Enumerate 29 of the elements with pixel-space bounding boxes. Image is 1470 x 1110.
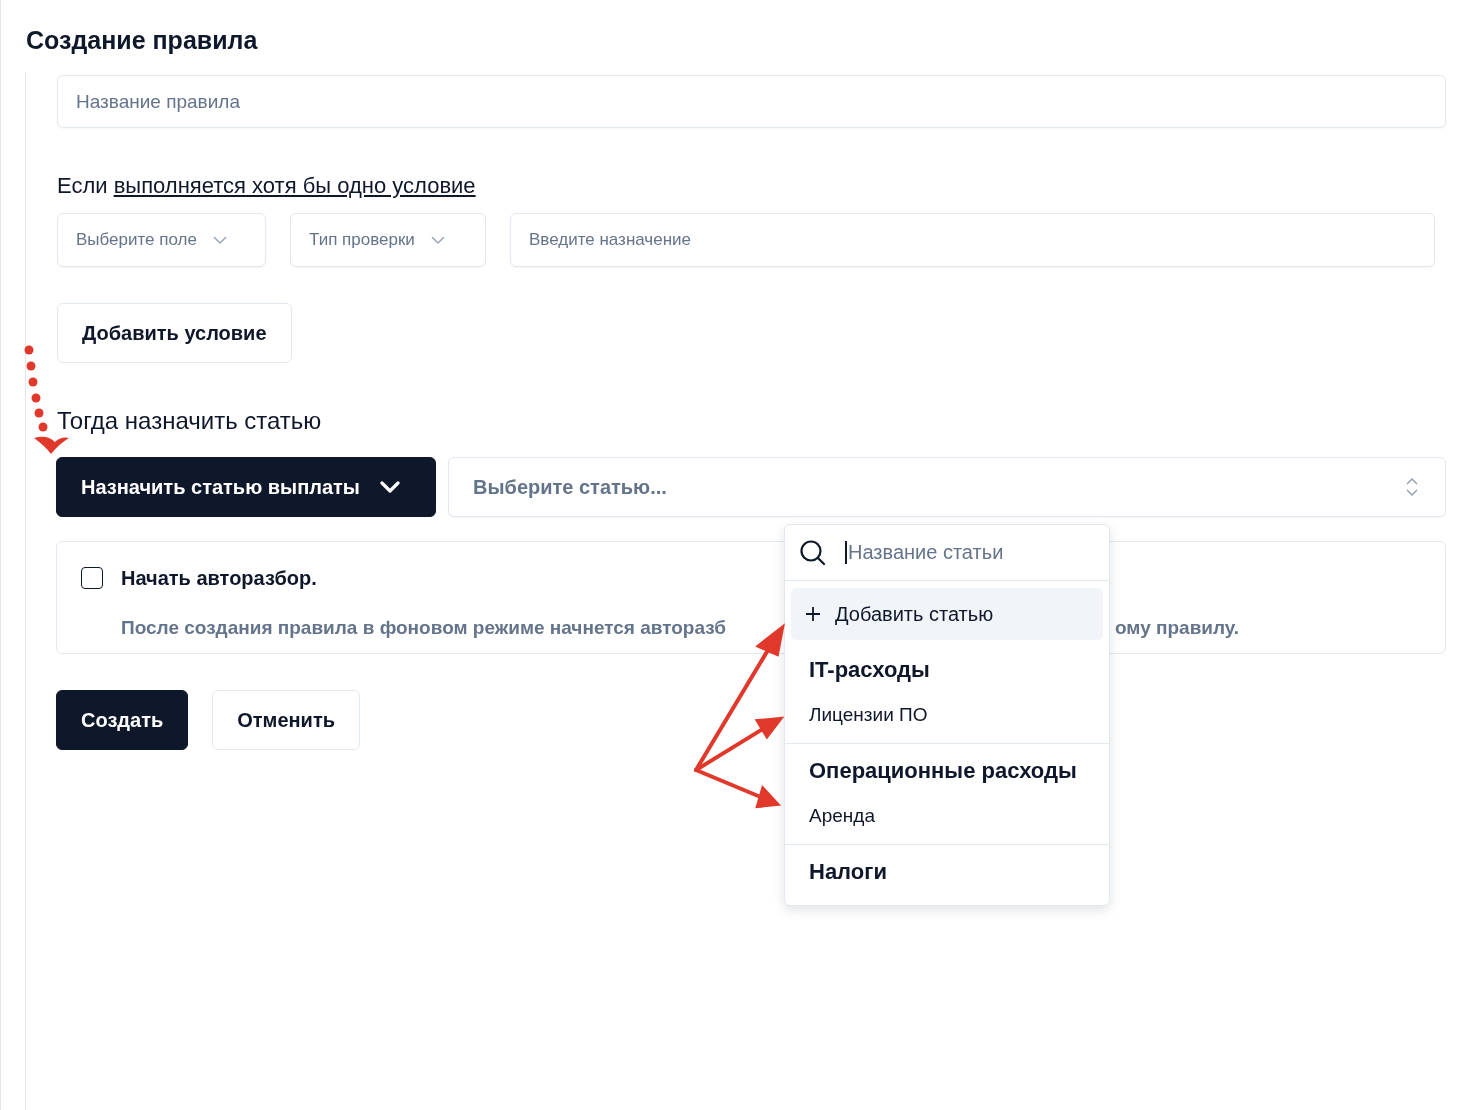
page-title: Создание правила xyxy=(25,25,259,56)
group-heading: Операционные расходы xyxy=(808,757,1078,785)
cancel-button[interactable]: Отменить xyxy=(212,690,360,750)
chevron-down-icon xyxy=(212,235,227,245)
article-option[interactable]: Лицензии ПО xyxy=(785,693,1109,737)
section-heading: Тогда назначить статью xyxy=(57,407,323,435)
add-condition-button[interactable]: Добавить условие xyxy=(57,303,292,363)
chevron-down-icon xyxy=(430,235,445,245)
create-button[interactable]: Создать xyxy=(56,690,189,750)
description-text: ому правилу. xyxy=(1115,616,1239,640)
up-down-chevron-icon xyxy=(1405,476,1419,498)
checkbox[interactable] xyxy=(81,567,103,589)
condition-sentence: Если выполняется хотя бы одно условие xyxy=(57,172,477,200)
description-text: После создания правила в фоновом режиме начнется авторазб xyxy=(121,616,726,640)
group-heading: Налоги xyxy=(808,858,888,886)
article-option[interactable]: Аренда xyxy=(785,794,1109,838)
check-type-select[interactable]: Тип проверки xyxy=(290,213,486,267)
value-field[interactable]: Введите назначение xyxy=(510,213,1435,267)
article-select[interactable]: Выберите статью... xyxy=(448,457,1446,517)
assign-article-button[interactable]: Назначить статью выплаты xyxy=(56,457,436,517)
rule-name-field[interactable]: Название правила xyxy=(57,75,1446,128)
search-icon xyxy=(799,538,827,567)
condition-mode-link[interactable]: выполняется хотя бы одно условие xyxy=(113,173,476,198)
chevron-down-icon xyxy=(379,481,400,493)
field-select[interactable]: Выберите поле xyxy=(57,213,266,267)
plus-icon xyxy=(805,606,821,622)
add-article-item[interactable]: Добавить статью xyxy=(791,588,1103,640)
group-heading: IT-расходы xyxy=(808,656,931,684)
checkbox-label: Начать авторазбор. xyxy=(121,566,318,591)
